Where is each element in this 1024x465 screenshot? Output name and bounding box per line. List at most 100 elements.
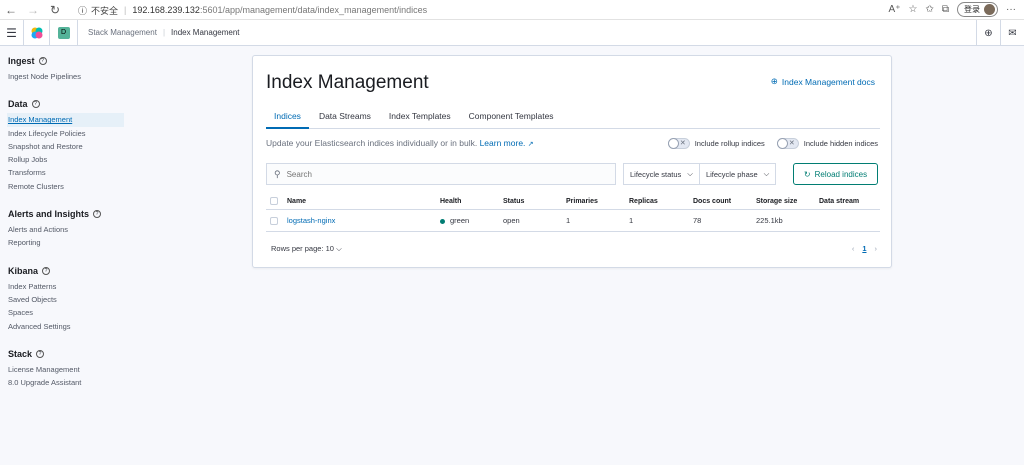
close-icon: ✕ <box>679 140 686 147</box>
column-primaries[interactable]: Primaries <box>566 198 629 205</box>
info-icon[interactable]: ⓘ <box>78 4 87 17</box>
column-name[interactable]: Name <box>287 198 440 205</box>
sidebar-item-snapshot-and-restore[interactable]: Snapshot and Restore <box>8 140 130 153</box>
lifecycle-status-label: Lifecycle status <box>630 169 682 179</box>
forward-icon[interactable]: → <box>22 0 44 20</box>
menu-icon[interactable]: ☰ <box>0 19 24 46</box>
tab-component-templates[interactable]: Component Templates <box>461 106 562 129</box>
sidebar-item-remote-clusters[interactable]: Remote Clusters <box>8 180 130 193</box>
more-icon[interactable]: ··· <box>1006 4 1016 15</box>
sidebar-section-kibana: Kibana? Index Patterns Saved Objects Spa… <box>8 266 130 333</box>
url-host: 192.168.239.132 <box>132 5 200 15</box>
hidden-toggle[interactable]: ✕ Include hidden indices <box>776 138 878 149</box>
health-value: green <box>450 216 470 225</box>
learn-more-link[interactable]: Learn more. <box>480 138 526 148</box>
help-icon[interactable]: ⊕ <box>976 20 1000 46</box>
favorites-icon[interactable]: ✩ <box>925 4 933 15</box>
sidebar-title-text: Alerts and Insights <box>8 209 90 220</box>
reload-indices-button[interactable]: ↻ Reload indices <box>793 163 878 185</box>
rollup-toggle[interactable]: ✕ Include rollup indices <box>667 138 765 149</box>
pagination-bar: Rows per page: 10 ⌵ ‹ 1 › <box>271 244 877 254</box>
sidebar-item-spaces[interactable]: Spaces <box>8 306 130 319</box>
sidebar-item-alerts-and-actions[interactable]: Alerts and Actions <box>8 223 130 236</box>
sidebar-title-text: Ingest <box>8 56 35 66</box>
next-page-icon[interactable]: › <box>875 244 878 254</box>
search-input[interactable] <box>286 169 587 179</box>
sidebar-item-transforms[interactable]: Transforms <box>8 166 130 179</box>
sidebar-title-ingest: Ingest? <box>8 56 130 66</box>
sidebar-item-index-patterns[interactable]: Index Patterns <box>8 280 130 293</box>
sidebar-item-ingest-node-pipelines[interactable]: Ingest Node Pipelines <box>8 70 130 83</box>
help-icon[interactable]: ? <box>31 100 40 109</box>
collections-icon[interactable]: ⧉ <box>942 4 949 15</box>
chevron-down-icon: ⌵ <box>763 169 770 178</box>
read-aloud-icon[interactable]: A⁺ <box>889 4 901 15</box>
column-replicas[interactable]: Replicas <box>629 198 693 205</box>
column-docs-count[interactable]: Docs count <box>693 198 756 205</box>
sidebar-item-index-lifecycle-policies[interactable]: Index Lifecycle Policies <box>8 127 130 140</box>
lifecycle-status-filter[interactable]: Lifecycle status ⌵ <box>624 164 699 184</box>
help-icon[interactable]: ? <box>42 266 51 275</box>
tab-data-streams[interactable]: Data Streams <box>311 106 379 129</box>
hidden-switch[interactable]: ✕ <box>776 138 799 149</box>
sidebar-section-ingest: Ingest? Ingest Node Pipelines <box>8 56 130 83</box>
select-all-checkbox[interactable] <box>270 197 278 205</box>
rollup-switch[interactable]: ✕ <box>667 138 690 149</box>
help-icon[interactable]: ? <box>36 349 45 358</box>
index-name-cell: logstash-nginx <box>287 216 440 225</box>
tabs: Indices Data Streams Index Templates Com… <box>266 106 880 129</box>
select-all-cell <box>266 197 287 205</box>
switch-knob <box>776 138 788 149</box>
search-icon: ⚲ <box>274 168 281 179</box>
row-select-cell <box>266 216 287 225</box>
sidebar-item-advanced-settings[interactable]: Advanced Settings <box>8 320 130 333</box>
docs-count-cell: 78 <box>693 216 702 225</box>
docs-link[interactable]: ⊕ Index Management docs <box>771 76 875 87</box>
rows-per-page-button[interactable]: Rows per page: 10 ⌵ <box>271 244 342 254</box>
favorite-star-icon[interactable]: ☆ <box>909 4 918 15</box>
page-title: Index Management <box>266 72 429 93</box>
address-bar[interactable]: ⓘ 不安全 | 192.168.239.132 :5601/app/manage… <box>78 2 908 18</box>
profile-login-button[interactable]: 登录 <box>957 2 998 17</box>
tab-indices[interactable]: Indices <box>266 106 309 129</box>
refresh-icon[interactable]: ↻ <box>44 0 66 20</box>
column-storage-size[interactable]: Storage size <box>756 198 819 205</box>
kibana-header: ☰ D Stack Management | Index Management … <box>0 19 1024 46</box>
column-status[interactable]: Status <box>503 198 566 205</box>
avatar <box>984 4 995 15</box>
row-checkbox[interactable] <box>270 216 278 225</box>
sidebar-item-index-management[interactable]: Index Management <box>7 113 124 127</box>
health-dot-icon <box>440 218 445 224</box>
sidebar-section-data: Data? Index Management Index Lifecycle P… <box>7 99 130 193</box>
help-icon[interactable]: ? <box>38 57 47 65</box>
sidebar-item-license-management[interactable]: License Management <box>8 363 130 376</box>
lifecycle-phase-filter[interactable]: Lifecycle phase ⌵ <box>698 164 775 184</box>
prev-page-icon[interactable]: ‹ <box>852 244 855 254</box>
storage-size-cell: 225.1kb <box>756 216 783 225</box>
page-number[interactable]: 1 <box>862 244 866 254</box>
sidebar-item-saved-objects[interactable]: Saved Objects <box>8 293 130 306</box>
help-icon[interactable]: ? <box>93 210 102 219</box>
switch-knob <box>667 138 679 149</box>
column-health[interactable]: Health <box>440 198 503 205</box>
breadcrumb: Stack Management | Index Management <box>88 28 240 37</box>
newsfeed-icon[interactable]: ✉ <box>1000 20 1024 46</box>
sidebar-item-rollup-jobs[interactable]: Rollup Jobs <box>8 153 130 166</box>
tab-index-templates[interactable]: Index Templates <box>381 106 459 129</box>
sidebar-item-reporting[interactable]: Reporting <box>8 236 130 249</box>
table-row: logstash-nginx green open 1 1 78 225.1kb <box>266 210 880 232</box>
hidden-toggle-label: Include hidden indices <box>803 139 878 148</box>
breadcrumb-index-management: Index Management <box>171 28 240 37</box>
sidebar-item-upgrade-assistant[interactable]: 8.0 Upgrade Assistant <box>8 376 130 389</box>
elastic-logo-icon[interactable] <box>24 19 50 46</box>
breadcrumb-stack-management[interactable]: Stack Management <box>88 28 157 37</box>
filter-group: Lifecycle status ⌵ Lifecycle phase ⌵ <box>623 163 777 185</box>
index-name-link[interactable]: logstash-nginx <box>287 216 335 225</box>
back-icon[interactable]: ← <box>0 0 22 20</box>
description: Update your Elasticsearch indices indivi… <box>266 138 534 148</box>
space-selector[interactable]: D <box>50 19 78 46</box>
help-icon: ⊕ <box>770 76 778 86</box>
rows-per-page-label: Rows per page: 10 <box>271 244 334 253</box>
column-data-stream[interactable]: Data stream <box>819 198 879 205</box>
search-field[interactable]: ⚲ <box>266 163 616 185</box>
